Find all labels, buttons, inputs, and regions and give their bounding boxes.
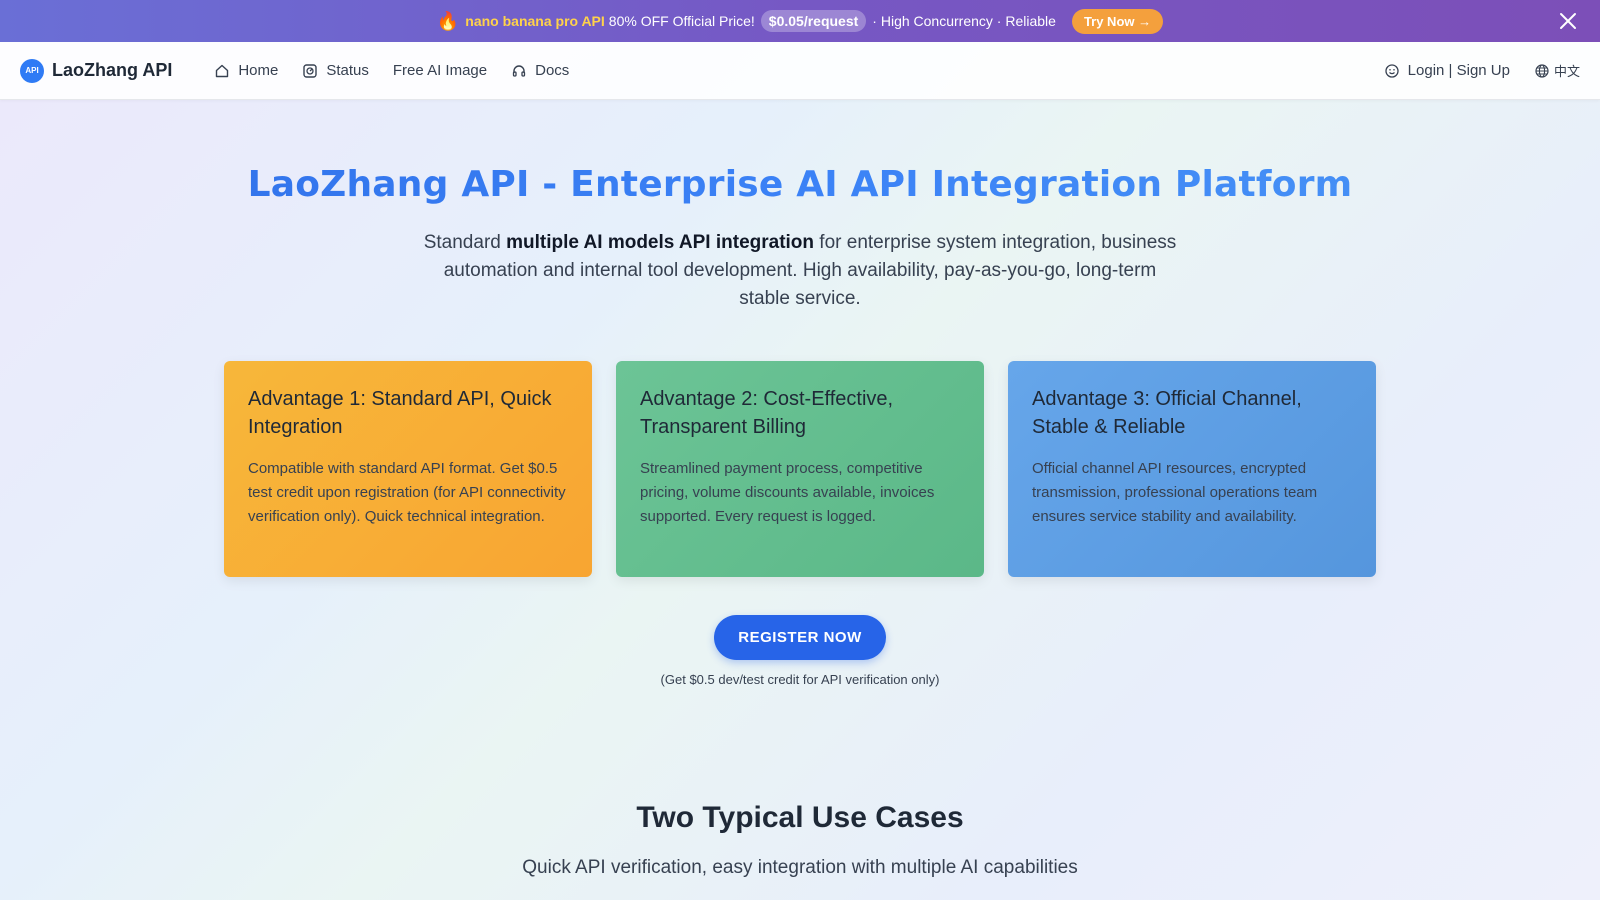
hero-subtitle-prefix: Standard bbox=[423, 232, 507, 253]
use-cases-title: Two Typical Use Cases bbox=[636, 801, 964, 834]
advantage-card-title: Advantage 3: Official Channel, Stable & … bbox=[1032, 388, 1302, 438]
globe-icon bbox=[1535, 63, 1549, 78]
navbar: API LaoZhang API Home Status Free AI Ima… bbox=[0, 42, 1600, 100]
nav-right: Login | Sign Up 中文 bbox=[1384, 61, 1580, 80]
brand-link[interactable]: API LaoZhang API bbox=[20, 58, 173, 83]
advantage-card: Advantage 3: Official Channel, Stable & … bbox=[1008, 361, 1376, 577]
hero-title: LaoZhang API - Enterprise AI API Integra… bbox=[0, 164, 1600, 205]
advantage-card: Advantage 1: Standard API, Quick Integra… bbox=[224, 361, 592, 577]
use-cases-section: Two Typical Use Cases Quick API verifica… bbox=[0, 801, 1600, 879]
nav-item-label: Docs bbox=[535, 62, 570, 79]
register-note: (Get $0.5 dev/test credit for API verifi… bbox=[660, 672, 940, 687]
nav-item-status[interactable]: Status bbox=[302, 62, 369, 79]
advantage-card-body: Official channel API resources, encrypte… bbox=[1032, 460, 1318, 525]
advantage-card: Advantage 2: Cost-Effective, Transparent… bbox=[616, 361, 984, 577]
nav-item-free-ai-image[interactable]: Free AI Image bbox=[393, 62, 487, 79]
nav-item-label: Free AI Image bbox=[392, 62, 488, 79]
language-label: 中文 bbox=[1553, 64, 1580, 79]
promo-price-badge: $0.05/request bbox=[760, 10, 867, 32]
advantage-card-title: Advantage 1: Standard API, Quick Integra… bbox=[248, 388, 552, 438]
use-cases-subtitle: Quick API verification, easy integration… bbox=[522, 857, 1078, 878]
fire-icon: 🔥 bbox=[436, 11, 460, 31]
try-now-button[interactable]: Try Now → bbox=[1071, 8, 1164, 34]
login-signup-link[interactable]: Login | Sign Up bbox=[1384, 62, 1510, 79]
status-icon bbox=[303, 63, 318, 78]
home-icon bbox=[216, 64, 229, 77]
nav-item-label: Status bbox=[326, 62, 369, 79]
nav-item-docs[interactable]: Docs bbox=[511, 62, 569, 79]
language-switcher[interactable]: 中文 bbox=[1534, 61, 1580, 80]
brand-name: LaoZhang API bbox=[52, 60, 173, 80]
advantage-card-title: Advantage 2: Cost-Effective, Transparent… bbox=[640, 388, 894, 438]
advantage-card-body: Streamlined payment process, competitive… bbox=[640, 460, 935, 525]
smile-icon bbox=[1385, 63, 1399, 78]
logo-icon: API bbox=[20, 58, 44, 83]
promo-highlight: nano banana pro API bbox=[465, 13, 605, 29]
advantages: Advantage 1: Standard API, Quick Integra… bbox=[0, 361, 1600, 577]
advantage-card-body: Compatible with standard API format. Get… bbox=[248, 460, 566, 525]
register-section: REGISTER NOW (Get $0.5 dev/test credit f… bbox=[0, 615, 1600, 687]
hero-subtitle-bold: multiple AI models API integration bbox=[506, 232, 815, 253]
register-now-button[interactable]: REGISTER NOW bbox=[714, 615, 886, 660]
nav-item-home[interactable]: Home bbox=[214, 62, 278, 79]
promo-text: 80% OFF Official Price! bbox=[608, 13, 755, 29]
headset-icon bbox=[512, 64, 526, 77]
promo-banner: 🔥 nano banana pro API 80% OFF Official P… bbox=[0, 0, 1600, 42]
close-icon[interactable] bbox=[1556, 9, 1580, 33]
hero-section: LaoZhang API - Enterprise AI API Integra… bbox=[0, 100, 1600, 313]
hero-subtitle: Standard multiple AI models API integrat… bbox=[420, 229, 1180, 313]
promo-tail-text: · High Concurrency · Reliable bbox=[872, 13, 1056, 29]
login-label: Login | Sign Up bbox=[1407, 62, 1510, 79]
nav-item-label: Home bbox=[238, 62, 279, 79]
